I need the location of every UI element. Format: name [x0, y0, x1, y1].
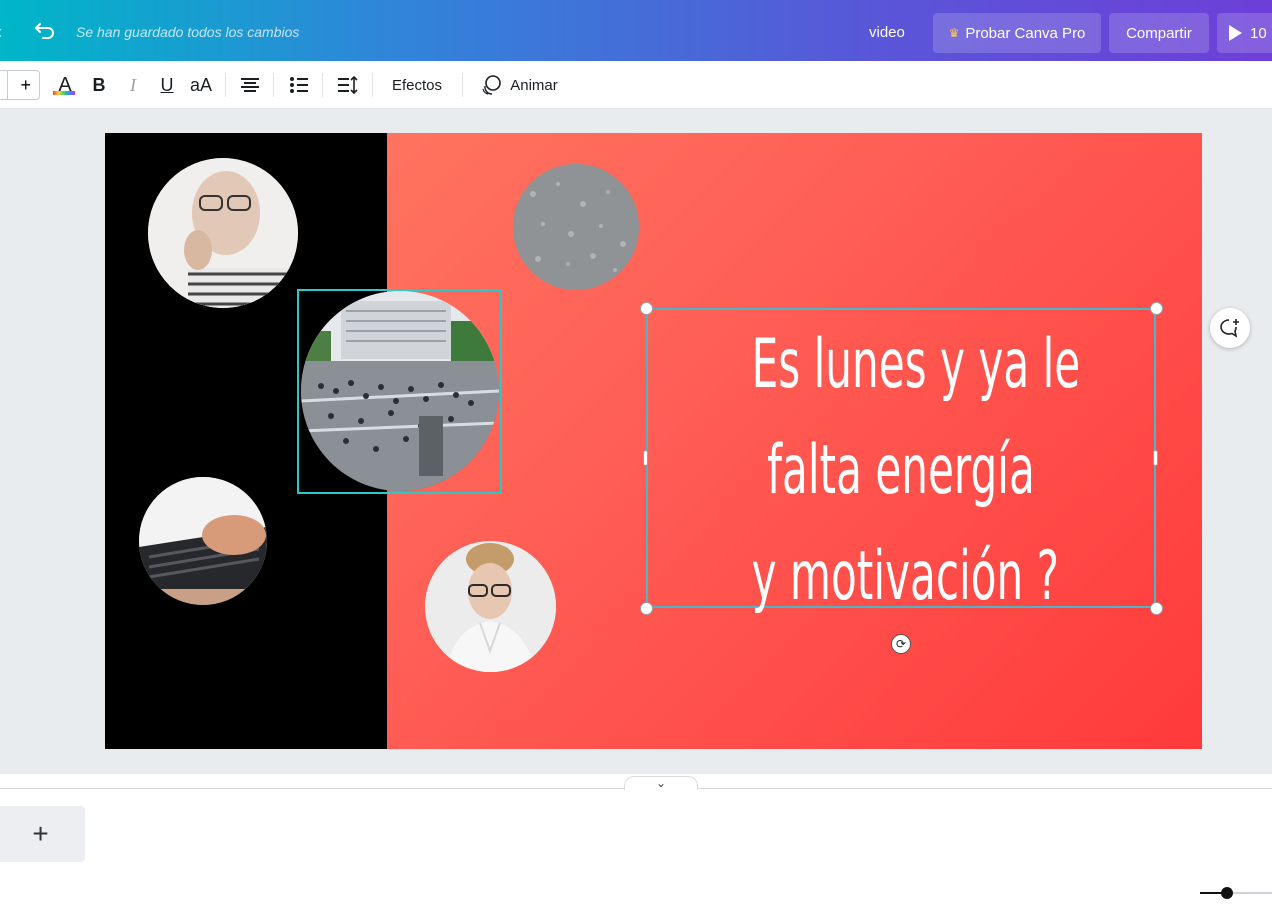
text-toolbar: + A B I U aA Efectos Animar [0, 61, 1272, 109]
resize-handle-right[interactable] [1153, 450, 1158, 466]
photo-woman-reading[interactable] [425, 541, 556, 672]
share-button[interactable]: Compartir [1109, 13, 1209, 53]
man-photo-image [148, 158, 298, 308]
font-size-increase-button[interactable]: + [20, 75, 31, 96]
headline-line-3: y motivación ? [751, 537, 1060, 616]
rotate-icon[interactable]: ⟳ [891, 634, 911, 654]
photo-rain-window[interactable] [513, 164, 639, 290]
collapse-pages-button[interactable]: ⌄ [624, 776, 698, 790]
list-button[interactable] [287, 61, 311, 109]
design-title[interactable]: video [869, 24, 905, 41]
toolbar-separator [322, 73, 323, 97]
font-size-stepper[interactable]: + [0, 70, 40, 100]
toolbar-separator [273, 73, 274, 97]
animate-icon [482, 75, 502, 95]
bullet-list-icon [290, 77, 308, 93]
text-color-button[interactable]: A [53, 61, 77, 109]
undo-icon[interactable] [34, 20, 56, 40]
underline-button[interactable]: U [156, 61, 178, 109]
chevron-down-icon: ⌄ [655, 776, 667, 790]
back-arrow-icon[interactable]: ‹ [0, 22, 2, 43]
add-page-button[interactable]: + [0, 806, 85, 862]
image-selection-outline [297, 289, 502, 494]
top-bar: ‹ Se han guardado todos los cambios vide… [0, 0, 1272, 61]
resize-handle-top-right[interactable] [1150, 302, 1163, 315]
align-center-icon [241, 78, 259, 92]
play-icon [1229, 25, 1242, 41]
stepper-divider [7, 71, 8, 99]
resize-handle-bottom-left[interactable] [640, 602, 653, 615]
rain-photo-image [513, 164, 639, 290]
try-pro-button[interactable]: ♛ Probar Canva Pro [933, 13, 1101, 53]
bold-button[interactable]: B [88, 61, 110, 109]
try-pro-label: Probar Canva Pro [965, 24, 1086, 42]
add-comment-button[interactable] [1210, 308, 1250, 348]
align-center-button[interactable] [238, 61, 262, 109]
animate-label: Animar [510, 76, 558, 94]
headline-line-2: falta energía [767, 431, 1035, 510]
headline-line-1: Es lunes y ya le [751, 325, 1081, 404]
toolbar-separator [462, 73, 463, 97]
woman-photo-image [425, 541, 556, 672]
present-label: 10 [1250, 24, 1267, 42]
resize-handle-top-left[interactable] [640, 302, 653, 315]
zoom-slider-handle[interactable] [1221, 887, 1233, 899]
spacing-button[interactable] [336, 61, 360, 109]
text-color-swatch [53, 91, 75, 95]
save-status: Se han guardado todos los cambios [76, 24, 300, 40]
keyboard-photo-image [139, 477, 267, 605]
resize-handle-bottom-right[interactable] [1150, 602, 1163, 615]
photo-man-thinking[interactable] [148, 158, 298, 308]
photo-hand-keyboard[interactable] [139, 477, 267, 605]
animate-button[interactable]: Animar [476, 61, 562, 109]
resize-handle-left[interactable] [643, 450, 648, 466]
crown-icon: ♛ [948, 26, 960, 40]
italic-button[interactable]: I [122, 61, 144, 109]
line-spacing-icon [338, 76, 358, 94]
comment-plus-icon [1220, 319, 1239, 338]
present-button[interactable]: 10 [1217, 13, 1272, 53]
headline-text[interactable]: Es lunes y ya le falta energía y motivac… [751, 312, 1081, 630]
effects-button[interactable]: Efectos [386, 61, 448, 109]
toolbar-separator [225, 73, 226, 97]
text-case-button[interactable]: aA [188, 61, 214, 109]
toolbar-separator [372, 73, 373, 97]
